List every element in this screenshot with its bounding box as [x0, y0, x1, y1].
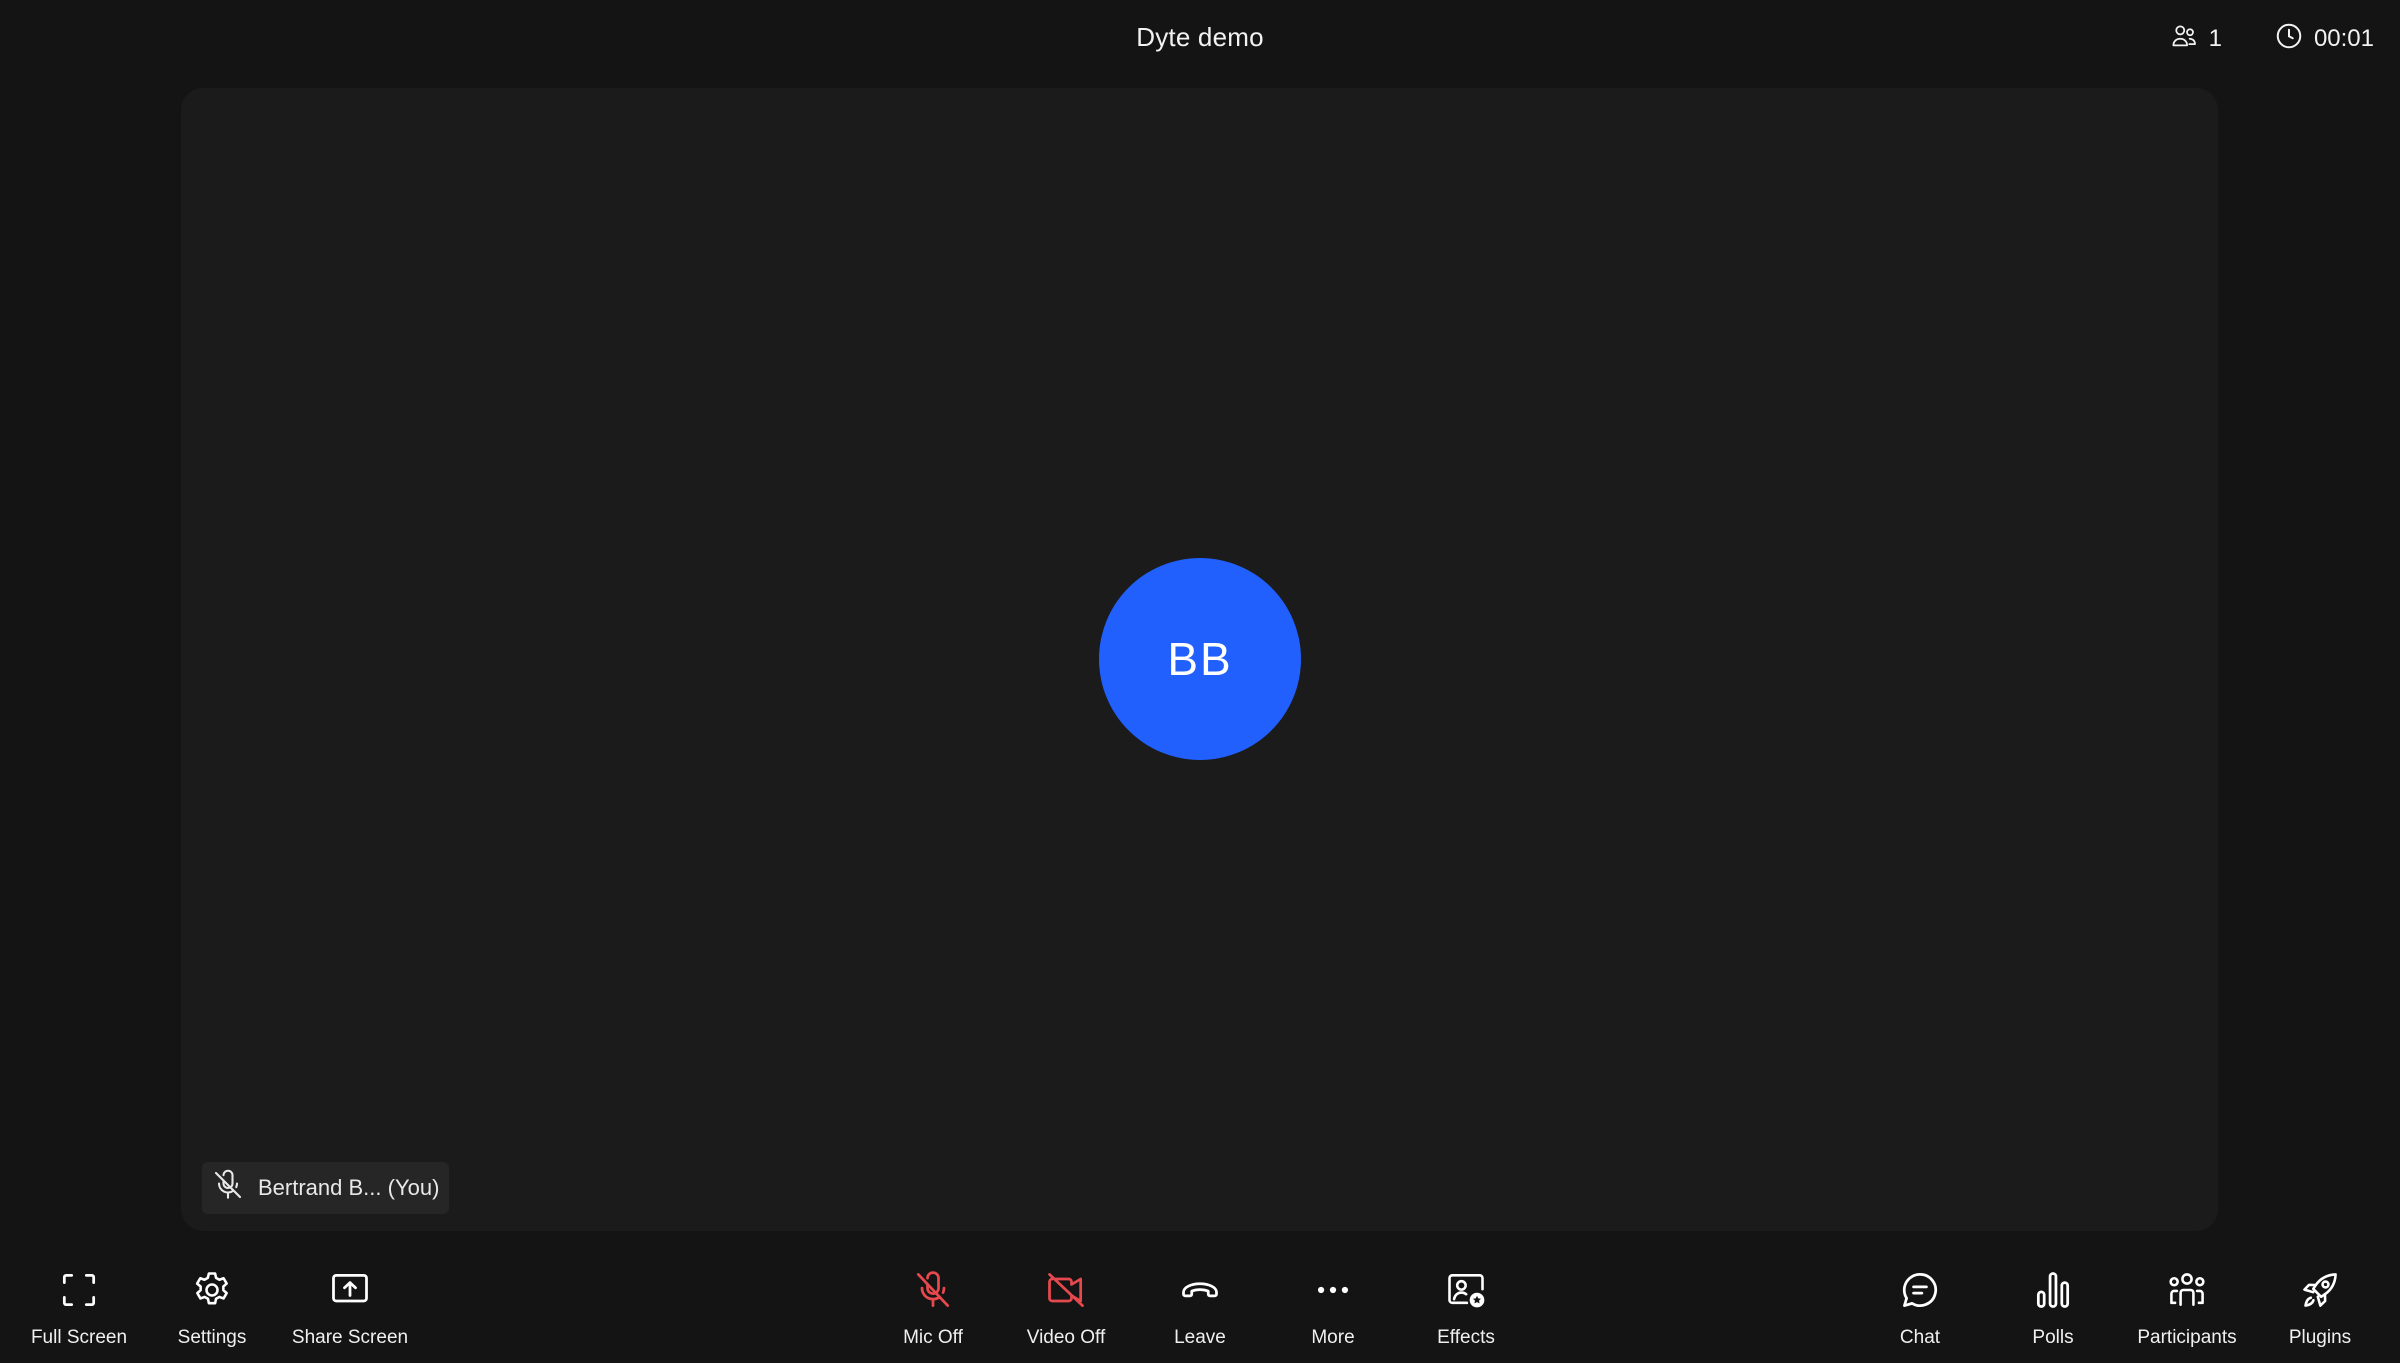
- more-button[interactable]: More: [1283, 1268, 1383, 1352]
- more-icon: [1311, 1268, 1355, 1317]
- meeting-app: Dyte demo 1 00:01 BB Bertrand B... (You)…: [0, 0, 2400, 1363]
- clock-icon: [2274, 21, 2304, 58]
- chat-icon: [1898, 1268, 1942, 1317]
- participants-icon: [2165, 1268, 2209, 1317]
- participants-label: Participants: [2137, 1327, 2237, 1348]
- gear-icon: [190, 1268, 234, 1317]
- fullscreen-label: Full Screen: [30, 1327, 128, 1348]
- settings-label: Settings: [177, 1327, 247, 1348]
- polls-button[interactable]: Polls: [2003, 1268, 2103, 1352]
- participants-button[interactable]: Participants: [2126, 1268, 2248, 1352]
- share-screen-label: Share Screen: [291, 1327, 409, 1348]
- fullscreen-icon: [57, 1268, 101, 1317]
- participants-icon: [2169, 21, 2199, 58]
- header: Dyte demo 1 00:01: [0, 0, 2400, 78]
- share-screen-button[interactable]: Share Screen: [280, 1268, 420, 1352]
- rocket-icon: [2298, 1268, 2342, 1317]
- video-toggle-button[interactable]: Video Off: [1016, 1268, 1116, 1352]
- mic-off-icon: [911, 1268, 955, 1317]
- fullscreen-button[interactable]: Full Screen: [22, 1268, 136, 1352]
- header-right: 1 00:01: [2169, 22, 2374, 56]
- video-off-icon: [1044, 1268, 1088, 1317]
- effects-label: Effects: [1437, 1327, 1495, 1348]
- polls-icon: [2031, 1268, 2075, 1317]
- settings-button[interactable]: Settings: [162, 1268, 262, 1352]
- video-stage: BB Bertrand B... (You): [181, 88, 2218, 1231]
- plugins-button[interactable]: Plugins: [2270, 1268, 2370, 1352]
- mic-toggle-button[interactable]: Mic Off: [883, 1268, 983, 1352]
- avatar: BB: [1099, 558, 1301, 760]
- control-bar: Full Screen Settings Share Screen Mic Of…: [0, 1250, 2400, 1363]
- video-off-label: Video Off: [1026, 1327, 1106, 1348]
- leave-call-icon: [1178, 1268, 1222, 1317]
- plugins-label: Plugins: [2288, 1327, 2352, 1348]
- participant-count-value: 1: [2208, 25, 2222, 52]
- chat-button[interactable]: Chat: [1870, 1268, 1970, 1352]
- chat-label: Chat: [1899, 1327, 1941, 1348]
- meeting-title: Dyte demo: [1136, 22, 1264, 52]
- mic-off-icon: [210, 1167, 246, 1209]
- effects-icon: [1444, 1268, 1488, 1317]
- share-screen-icon: [328, 1268, 372, 1317]
- polls-label: Polls: [2032, 1327, 2074, 1348]
- more-label: More: [1311, 1327, 1355, 1348]
- leave-label: Leave: [1174, 1327, 1226, 1348]
- participant-name: Bertrand B... (You): [258, 1175, 440, 1200]
- participant-count[interactable]: 1: [2169, 21, 2222, 58]
- mic-off-label: Mic Off: [903, 1327, 963, 1348]
- effects-button[interactable]: Effects: [1416, 1268, 1516, 1352]
- leave-button[interactable]: Leave: [1150, 1268, 1250, 1352]
- timer-value: 00:01: [2313, 25, 2374, 52]
- participant-name-tag: Bertrand B... (You): [202, 1162, 450, 1214]
- meeting-timer: 00:01: [2274, 21, 2374, 58]
